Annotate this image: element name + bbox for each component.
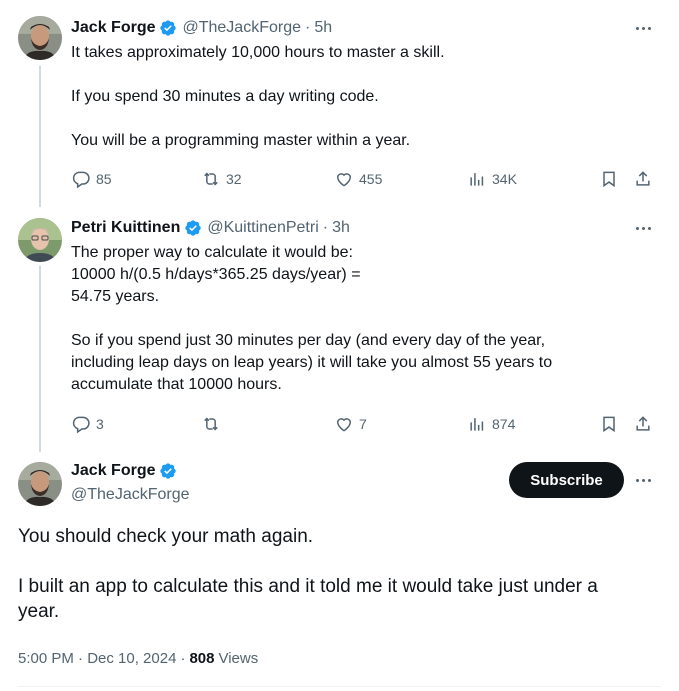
thread-line — [39, 266, 41, 452]
reply-count: 85 — [96, 171, 112, 187]
more-icon[interactable] — [631, 218, 655, 238]
avatar[interactable] — [18, 218, 62, 262]
separator-dot: · — [180, 650, 186, 667]
bookmark-button[interactable] — [599, 414, 624, 434]
share-button[interactable] — [633, 169, 658, 189]
timestamp[interactable]: 3h — [332, 218, 350, 238]
views-count: 874 — [492, 416, 516, 432]
tweet-header: Jack Forge @TheJackForge · 5h — [71, 18, 332, 38]
separator-dot: · — [305, 19, 311, 36]
main-tweet-text: You should check your math again. I buil… — [18, 524, 658, 624]
views-label: Views — [218, 650, 259, 667]
views-button[interactable]: 874 — [467, 414, 515, 434]
main-tweet-text-content: You should check your math again. I buil… — [18, 526, 598, 622]
bookmark-icon — [603, 416, 615, 433]
like-count: 7 — [359, 416, 367, 432]
main-tweet-header: Jack Forge — [71, 462, 182, 480]
like-icon — [336, 418, 352, 432]
avatar[interactable] — [18, 16, 62, 60]
post-timestamp[interactable]: 5:00 PM · Dec 10, 2024 — [18, 650, 176, 667]
views-icon — [470, 173, 484, 186]
share-button[interactable] — [633, 414, 658, 434]
repost-count: 32 — [226, 171, 242, 187]
author-name[interactable]: Jack Forge — [71, 18, 155, 38]
repost-icon — [204, 417, 218, 431]
thread-line — [39, 66, 41, 207]
author-handle[interactable]: @KuittinenPetri — [207, 218, 318, 238]
action-bar: 3 7 874 — [71, 414, 661, 436]
views-count: 34K — [492, 171, 517, 187]
author-handle[interactable]: @TheJackForge — [182, 18, 301, 38]
verified-badge-icon — [185, 220, 202, 236]
verified-badge-icon — [160, 463, 177, 479]
like-count: 455 — [359, 171, 383, 187]
repost-icon — [204, 172, 218, 186]
views-count: 808 — [189, 650, 215, 667]
author-name[interactable]: Petri Kuittinen — [71, 218, 180, 238]
reply-count: 3 — [96, 416, 104, 432]
reply-button[interactable]: 85 — [71, 169, 112, 189]
tweet-meta: 5:00 PM · Dec 10, 2024 · 808 Views — [18, 650, 258, 667]
avatar[interactable] — [18, 462, 62, 506]
repost-button[interactable]: 32 — [201, 169, 242, 189]
reply-icon — [72, 171, 90, 189]
subscribe-button[interactable]: Subscribe — [509, 462, 624, 498]
share-icon — [636, 171, 650, 186]
like-button[interactable]: 455 — [334, 169, 382, 189]
author-name[interactable]: Jack Forge — [71, 462, 155, 480]
tweet-text-content: It takes approximately 10,000 hours to m… — [71, 44, 445, 149]
like-button[interactable]: 7 — [334, 414, 367, 434]
reply-icon — [72, 416, 90, 434]
tweet-header: Petri Kuittinen @KuittinenPetri · 3h — [71, 218, 350, 238]
tweet-text: It takes approximately 10,000 hours to m… — [71, 42, 651, 152]
timestamp[interactable]: 5h — [314, 18, 332, 38]
views-button[interactable]: 34K — [467, 169, 517, 189]
reply-button[interactable]: 3 — [71, 414, 104, 434]
more-icon[interactable] — [631, 18, 655, 38]
tweet-text-content: The proper way to calculate it would be:… — [71, 244, 553, 393]
views-icon — [470, 418, 484, 431]
bookmark-icon — [603, 171, 615, 188]
separator-dot: · — [322, 219, 329, 236]
author-handle[interactable]: @TheJackForge — [71, 486, 190, 504]
repost-button[interactable] — [201, 414, 226, 434]
like-icon — [336, 173, 352, 187]
more-icon[interactable] — [631, 470, 655, 490]
divider — [18, 686, 661, 687]
bookmark-button[interactable] — [599, 169, 624, 189]
action-bar: 85 32 455 34K — [71, 169, 661, 191]
share-icon — [636, 416, 650, 431]
tweet-text: The proper way to calculate it would be:… — [71, 242, 651, 396]
verified-badge-icon — [160, 20, 177, 36]
